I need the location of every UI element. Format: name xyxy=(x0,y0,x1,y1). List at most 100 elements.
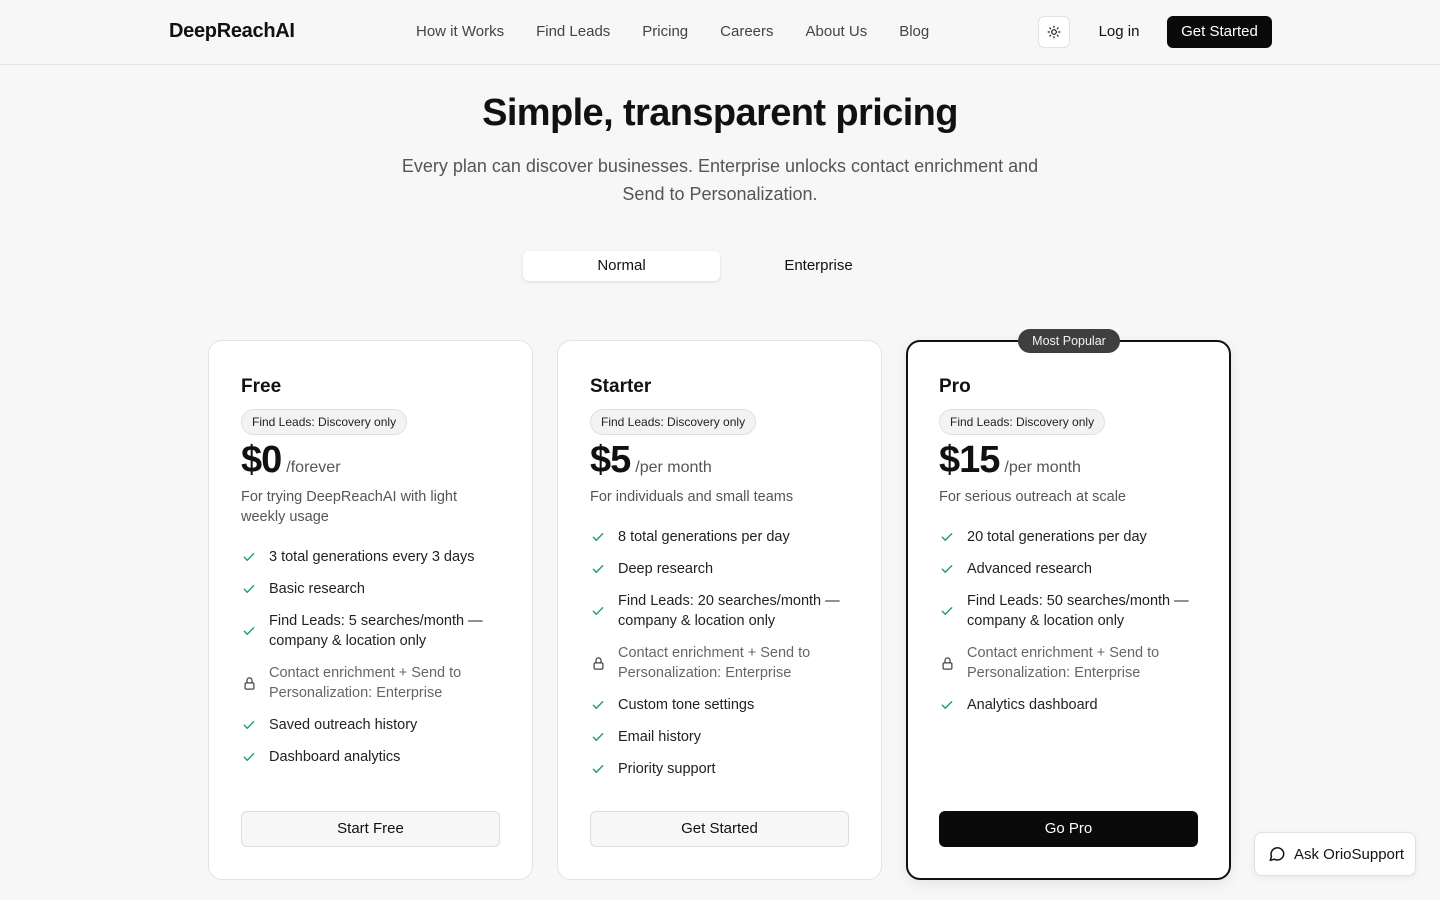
lock-icon xyxy=(939,655,955,671)
nav-pricing[interactable]: Pricing xyxy=(626,22,704,42)
plan-period: /per month xyxy=(635,459,712,476)
feature-item: 3 total generations every 3 days xyxy=(241,541,500,573)
sun-icon xyxy=(1047,25,1061,39)
plan-price: $5 xyxy=(590,439,631,481)
plan-name: Starter xyxy=(590,376,652,397)
feature-item: Priority support xyxy=(590,753,849,785)
feature-text: Contact enrichment + Send to Personaliza… xyxy=(618,645,811,681)
main-nav: How it Works Find Leads Pricing Careers … xyxy=(400,22,945,42)
feature-text: Advanced research xyxy=(967,561,1092,577)
nav-blog[interactable]: Blog xyxy=(883,22,945,42)
get-started-plan-button[interactable]: Get Started xyxy=(590,811,849,847)
nav-how-it-works[interactable]: How it Works xyxy=(400,22,520,42)
plan-card-free: Free Find Leads: Discovery only $0 /fore… xyxy=(208,340,533,880)
feature-list: 3 total generations every 3 days Basic re… xyxy=(241,541,500,773)
go-pro-button[interactable]: Go Pro xyxy=(939,811,1198,847)
check-icon xyxy=(241,749,257,765)
feature-item: 8 total generations per day xyxy=(590,521,849,553)
feature-text: 3 total generations every 3 days xyxy=(269,549,475,565)
most-popular-badge: Most Popular xyxy=(1018,329,1120,353)
check-icon xyxy=(939,529,955,545)
nav-careers[interactable]: Careers xyxy=(704,22,789,42)
check-icon xyxy=(939,603,955,619)
page-subtitle: Every plan can discover businesses. Ente… xyxy=(401,156,1039,204)
feature-item: Contact enrichment + Send to Personaliza… xyxy=(939,637,1198,689)
theme-toggle-button[interactable] xyxy=(1038,16,1070,48)
check-icon xyxy=(939,697,955,713)
plan-name: Free xyxy=(241,376,282,397)
feature-item: Find Leads: 5 searches/month — company &… xyxy=(241,605,500,657)
check-icon xyxy=(590,697,606,713)
feature-item: Basic research xyxy=(241,573,500,605)
site-header: DeepReachAI How it Works Find Leads Pric… xyxy=(0,0,1440,65)
plan-period: /forever xyxy=(286,459,341,476)
plan-period: /per month xyxy=(1004,459,1081,476)
plan-description: For individuals and small teams xyxy=(590,489,794,505)
nav-about-us[interactable]: About Us xyxy=(790,22,884,42)
check-icon xyxy=(939,561,955,577)
feature-text: Priority support xyxy=(618,761,716,777)
toggle-normal[interactable]: Normal xyxy=(523,251,720,281)
check-icon xyxy=(241,623,257,639)
support-label: Ask OrioSupport xyxy=(1294,845,1405,863)
plan-type-toggle: Normal Enterprise xyxy=(520,248,920,284)
feature-item: Find Leads: 50 searches/month — company … xyxy=(939,585,1198,637)
feature-text: Contact enrichment + Send to Personaliza… xyxy=(269,665,462,701)
feature-text: Contact enrichment + Send to Personaliza… xyxy=(967,645,1160,681)
feature-text: 20 total generations per day xyxy=(967,529,1147,545)
feature-text: Saved outreach history xyxy=(269,717,418,733)
plan-badge: Find Leads: Discovery only xyxy=(241,409,408,435)
feature-text: Find Leads: 20 searches/month — company … xyxy=(618,593,840,629)
feature-text: Dashboard analytics xyxy=(269,749,401,765)
feature-list: 8 total generations per day Deep research… xyxy=(590,521,849,785)
plan-price: $15 xyxy=(939,439,1000,481)
feature-item: Deep research xyxy=(590,553,849,585)
feature-text: Find Leads: 5 searches/month — company &… xyxy=(269,613,483,649)
page-title: Simple, transparent pricing xyxy=(482,92,958,134)
get-started-button[interactable]: Get Started xyxy=(1167,16,1272,48)
feature-text: Email history xyxy=(618,729,701,745)
feature-list: 20 total generations per day Advanced res… xyxy=(939,521,1198,721)
check-icon xyxy=(590,729,606,745)
feature-text: Find Leads: 50 searches/month — company … xyxy=(967,593,1189,629)
plan-description: For trying DeepReachAI with light weekly… xyxy=(241,489,457,525)
check-icon xyxy=(590,529,606,545)
feature-item: Email history xyxy=(590,721,849,753)
feature-item: Saved outreach history xyxy=(241,709,500,741)
plan-badge: Find Leads: Discovery only xyxy=(939,409,1106,435)
feature-item: Analytics dashboard xyxy=(939,689,1198,721)
feature-text: Deep research xyxy=(618,561,714,577)
lock-icon xyxy=(241,675,257,691)
chat-bubble-icon xyxy=(1269,847,1285,862)
check-icon xyxy=(590,761,606,777)
plan-price: $0 xyxy=(241,439,282,481)
plan-card-pro: Pro Find Leads: Discovery only $15 /per … xyxy=(906,340,1231,880)
check-icon xyxy=(590,561,606,577)
toggle-enterprise[interactable]: Enterprise xyxy=(720,251,917,281)
feature-item: Dashboard analytics xyxy=(241,741,500,773)
feature-item: Contact enrichment + Send to Personaliza… xyxy=(590,637,849,689)
feature-text: 8 total generations per day xyxy=(618,529,790,545)
check-icon xyxy=(241,581,257,597)
logo[interactable]: DeepReachAI xyxy=(169,20,295,43)
feature-text: Analytics dashboard xyxy=(967,697,1098,713)
plan-card-starter: Starter Find Leads: Discovery only $5 /p… xyxy=(557,340,882,880)
start-free-button[interactable]: Start Free xyxy=(241,811,500,847)
feature-item: Find Leads: 20 searches/month — company … xyxy=(590,585,849,637)
feature-item: Custom tone settings xyxy=(590,689,849,721)
feature-item: Advanced research xyxy=(939,553,1198,585)
nav-find-leads[interactable]: Find Leads xyxy=(520,22,626,42)
feature-item: Contact enrichment + Send to Personaliza… xyxy=(241,657,500,709)
support-chat-button[interactable]: Ask OrioSupport xyxy=(1254,832,1416,876)
check-icon xyxy=(241,717,257,733)
lock-icon xyxy=(590,655,606,671)
feature-item: 20 total generations per day xyxy=(939,521,1198,553)
check-icon xyxy=(590,603,606,619)
feature-text: Basic research xyxy=(269,581,365,597)
plan-badge: Find Leads: Discovery only xyxy=(590,409,757,435)
login-button[interactable]: Log in xyxy=(1084,16,1154,48)
plan-name: Pro xyxy=(939,376,971,397)
plan-description: For serious outreach at scale xyxy=(939,489,1126,505)
check-icon xyxy=(241,549,257,565)
feature-text: Custom tone settings xyxy=(618,697,755,713)
